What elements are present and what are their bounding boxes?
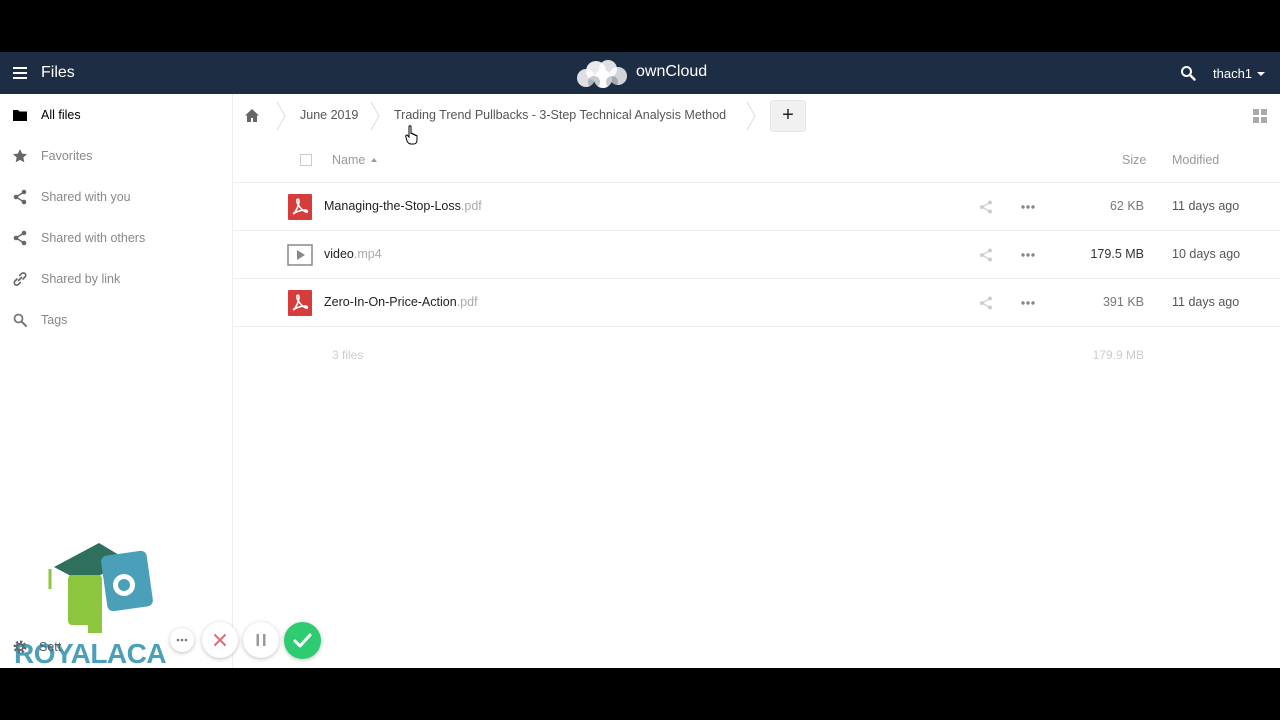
breadcrumb-separator-icon xyxy=(746,102,756,130)
share-icon[interactable] xyxy=(979,296,993,310)
hand-cursor-icon xyxy=(405,125,418,145)
file-basename: video xyxy=(324,247,354,261)
file-basename: Managing-the-Stop-Loss xyxy=(324,199,461,213)
file-name[interactable]: video.mp4 xyxy=(324,247,382,261)
chevron-down-icon xyxy=(1257,72,1266,76)
user-menu[interactable]: thach1 xyxy=(1213,66,1266,81)
file-extension: .pdf xyxy=(456,295,478,309)
pause-icon xyxy=(256,634,266,646)
settings-button[interactable]: Sett xyxy=(0,634,180,664)
new-button[interactable]: + xyxy=(770,100,806,132)
file-extension: .pdf xyxy=(460,199,482,213)
sidebar-item-favorites[interactable]: Favorites xyxy=(0,136,233,176)
star-icon xyxy=(12,149,28,163)
sidebar-item-label: All files xyxy=(41,108,81,122)
owncloud-window: Files ownCloud thach1 All files Favorite… xyxy=(0,52,1280,668)
sidebar-item-label: Shared with others xyxy=(41,231,146,245)
breadcrumb-item-current[interactable]: Trading Trend Pullbacks - 3-Step Technic… xyxy=(394,108,726,122)
file-modified: 11 days ago xyxy=(1172,199,1240,213)
file-extension: .mp4 xyxy=(353,247,382,261)
brand-name: ownCloud xyxy=(636,63,708,80)
file-modified: 11 days ago xyxy=(1172,295,1240,309)
file-name[interactable]: Managing-the-Stop-Loss.pdf xyxy=(324,199,482,213)
more-actions-icon[interactable] xyxy=(1020,300,1036,306)
sidebar-item-shared-with-you[interactable]: Shared with you xyxy=(0,177,233,217)
owncloud-logo-icon[interactable] xyxy=(572,57,634,89)
file-basename: Zero-In-On-Price-Action xyxy=(324,295,457,309)
sidebar: All files Favorites Shared with you Shar… xyxy=(0,94,233,668)
sidebar-item-all-files[interactable]: All files xyxy=(0,95,233,135)
hamburger-menu-icon[interactable] xyxy=(13,67,27,79)
file-modified: 10 days ago xyxy=(1172,247,1241,261)
folder-icon xyxy=(13,110,27,121)
column-header-size[interactable]: Size xyxy=(1122,153,1146,167)
column-header-name[interactable]: Name xyxy=(332,153,378,167)
breadcrumb-separator-icon xyxy=(370,102,380,130)
sidebar-item-label: Shared by link xyxy=(41,272,121,286)
sort-ascending-icon xyxy=(371,158,378,162)
more-actions-icon[interactable] xyxy=(1020,204,1036,210)
file-size: 391 KB xyxy=(1102,295,1144,309)
file-name[interactable]: Zero-In-On-Price-Action.pdf xyxy=(324,295,478,309)
header-bar: Files ownCloud thach1 xyxy=(0,52,1280,94)
select-all-checkbox[interactable] xyxy=(300,154,312,166)
pdf-icon xyxy=(288,290,312,316)
file-table-header: Name Size Modified xyxy=(234,138,1280,183)
share-icon[interactable] xyxy=(979,200,993,214)
share-icon xyxy=(13,189,27,205)
file-summary-row: 3 files 179.9 MB xyxy=(234,330,1280,378)
file-size: 62 KB xyxy=(1109,199,1144,213)
total-size: 179.9 MB xyxy=(1092,348,1144,362)
check-icon xyxy=(293,633,312,648)
file-count: 3 files xyxy=(332,348,364,362)
sidebar-item-label: Shared with you xyxy=(41,190,131,204)
search-icon xyxy=(13,313,27,327)
close-icon xyxy=(214,634,226,646)
sidebar-item-tags[interactable]: Tags xyxy=(0,300,233,340)
search-icon[interactable] xyxy=(1180,65,1196,81)
video-icon xyxy=(287,244,313,266)
settings-label: Sett xyxy=(39,640,62,654)
breadcrumb: June 2019 Trading Trend Pullbacks - 3-St… xyxy=(234,94,1280,138)
link-icon xyxy=(13,272,27,286)
table-row[interactable]: video.mp4 179.5 MB 10 days ago xyxy=(234,231,1280,279)
app-title[interactable]: Files xyxy=(41,64,75,82)
sidebar-item-shared-with-others[interactable]: Shared with others xyxy=(0,218,233,258)
home-icon[interactable] xyxy=(244,108,260,123)
share-icon xyxy=(13,230,27,246)
cancel-control-button[interactable] xyxy=(202,622,238,658)
gear-icon xyxy=(13,640,27,654)
more-icon xyxy=(176,638,188,642)
pause-control-button[interactable] xyxy=(243,622,279,658)
sidebar-item-label: Favorites xyxy=(41,149,93,163)
table-row[interactable]: Zero-In-On-Price-Action.pdf 391 KB 11 da… xyxy=(234,279,1280,327)
pdf-icon xyxy=(288,194,312,220)
user-name: thach1 xyxy=(1213,66,1253,81)
more-actions-icon[interactable] xyxy=(1020,252,1036,258)
column-header-modified[interactable]: Modified xyxy=(1172,153,1219,167)
table-row[interactable]: Managing-the-Stop-Loss.pdf 62 KB 11 days… xyxy=(234,183,1280,231)
column-header-name-label: Name xyxy=(332,153,366,167)
confirm-control-button[interactable] xyxy=(284,622,321,659)
grid-view-icon[interactable] xyxy=(1253,109,1267,123)
breadcrumb-item[interactable]: June 2019 xyxy=(300,108,358,122)
breadcrumb-separator-icon xyxy=(276,102,286,130)
sidebar-item-label: Tags xyxy=(41,313,68,327)
file-size: 179.5 MB xyxy=(1090,247,1144,261)
share-icon[interactable] xyxy=(979,248,993,262)
sidebar-item-shared-by-link[interactable]: Shared by link xyxy=(0,259,233,299)
more-control-button[interactable] xyxy=(170,628,194,652)
